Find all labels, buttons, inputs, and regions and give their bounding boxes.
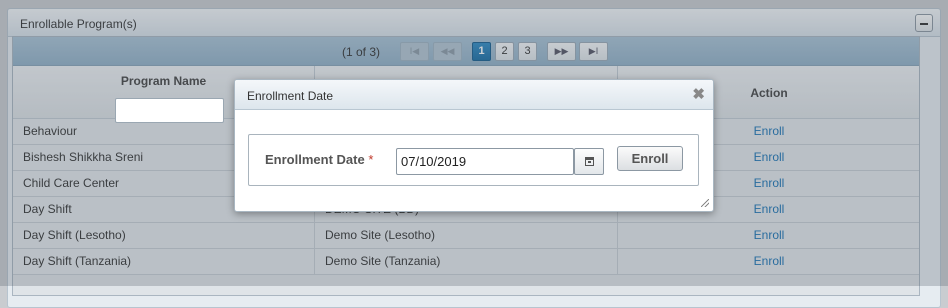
calendar-button[interactable] xyxy=(574,148,604,175)
required-marker: * xyxy=(368,152,374,167)
dialog-header: Enrollment Date ✖ xyxy=(235,80,713,110)
resize-grip-icon[interactable] xyxy=(701,199,709,207)
program-name-filter-input[interactable] xyxy=(115,98,224,123)
dialog-title: Enrollment Date xyxy=(247,89,334,103)
enrollment-date-label-text: Enrollment Date xyxy=(265,152,365,167)
enrollment-date-input[interactable] xyxy=(396,148,574,175)
enroll-button[interactable]: Enroll xyxy=(617,146,683,171)
enrollment-date-label: Enrollment Date * xyxy=(265,152,373,167)
close-icon[interactable]: ✖ xyxy=(692,85,705,103)
calendar-icon xyxy=(585,157,594,166)
enrollment-date-dialog: Enrollment Date ✖ Enrollment Date * Enro… xyxy=(234,79,714,212)
enrollment-form: Enrollment Date * Enroll xyxy=(248,134,699,186)
